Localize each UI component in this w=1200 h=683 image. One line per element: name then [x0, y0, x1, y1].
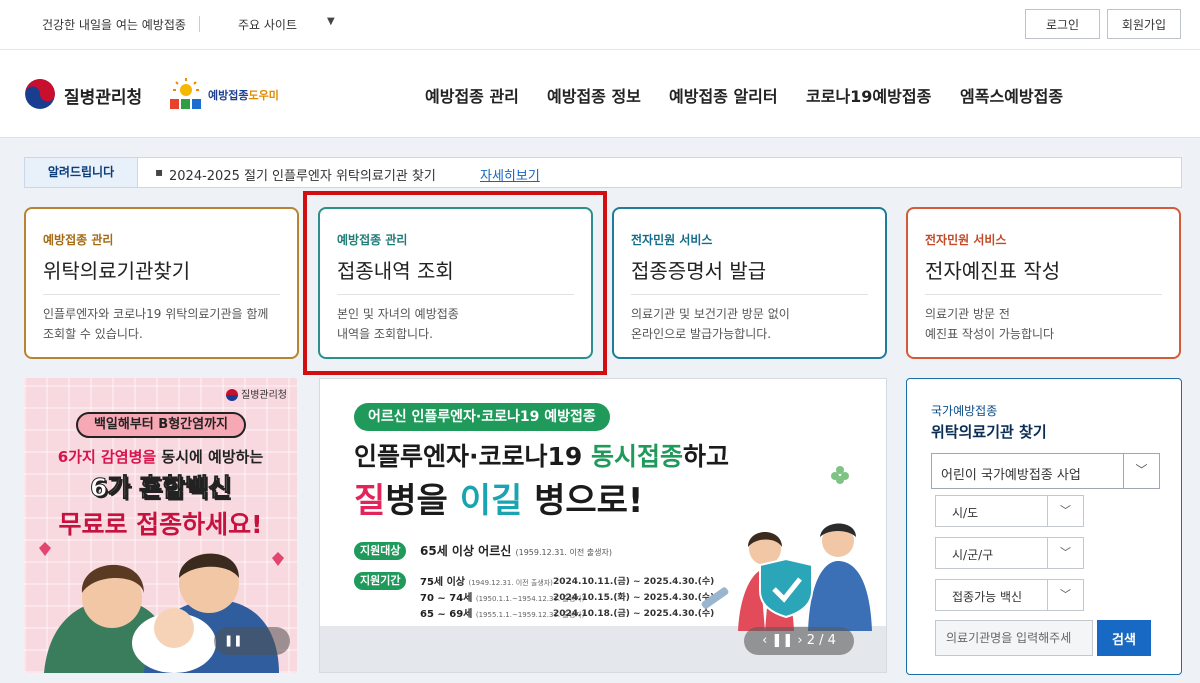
banner-pause-button[interactable]: ❚❚: [214, 627, 290, 655]
caret-down-icon[interactable]: ▼: [327, 16, 335, 27]
vaccine-select[interactable]: 접종가능 백신 ﹀: [935, 579, 1084, 611]
signup-button[interactable]: 회원가입: [1107, 9, 1181, 39]
chevron-left-icon[interactable]: ‹: [762, 633, 767, 648]
hexavalent-vaccine-banner[interactable]: 질병관리청 백일해부터 B형간염까지 6가지 감염병을 동시에 예방하는 6가 …: [24, 378, 297, 673]
clinic-search-panel: 국가예방접종 위탁의료기관 찾기 어린이 국가예방접종 사업 ﹀ 시/도 ﹀ 시…: [906, 378, 1182, 675]
notice-bar: 알려드립니다 ▪ 2024-2025 절기 인플루엔자 위탁의료기관 찾기 자세…: [24, 157, 1182, 188]
card-certificate-issue[interactable]: 전자민원 서비스 접종증명서 발급 의료기관 및 보건기관 방문 없이 온라인으로…: [612, 207, 887, 359]
kdca-logo-text[interactable]: 질병관리청: [64, 83, 142, 108]
card-category: 예방접종 관리: [337, 233, 408, 247]
banner-headline-2: 6가 혼합백신: [89, 473, 232, 503]
divider: [925, 294, 1162, 295]
banner-headline-2: 질병을 이길 병으로!: [354, 481, 644, 521]
banner-headline-3: 무료로 접종하세요!: [58, 510, 263, 539]
card-title: 접종증명서 발급: [631, 259, 767, 283]
sigungu-select[interactable]: 시/군/구 ﹀: [935, 537, 1084, 569]
period-row-age: 75세 이상 (1949.12.31. 이전 출생자): [420, 577, 553, 588]
vaccine-select-value: 접종가능 백신: [952, 590, 1023, 604]
divider: [337, 294, 574, 295]
nip-logo-text[interactable]: 예방접종도우미: [208, 87, 279, 103]
banner-pill: 어르신 인플루엔자·코로나19 예방접종: [354, 403, 610, 431]
card-find-clinic[interactable]: 예방접종 관리 위탁의료기관찾기 인플루엔자와 코로나19 위탁의료기관을 함께…: [24, 207, 299, 359]
sido-select[interactable]: 시/도 ﹀: [935, 495, 1084, 527]
notice-text[interactable]: 2024-2025 절기 인플루엔자 위탁의료기관 찾기: [169, 165, 436, 184]
banner-pill: 백일해부터 B형간염까지: [76, 412, 246, 438]
card-e-prescreening[interactable]: 전자민원 서비스 전자예진표 작성 의료기관 방문 전 예진표 작성이 가능합니다: [906, 207, 1181, 359]
pause-icon[interactable]: ❚❚: [771, 633, 793, 648]
program-select[interactable]: 어린이 국가예방접종 사업 ﹀: [931, 453, 1160, 489]
sido-select-value: 시/도: [952, 506, 979, 520]
banner-carousel-controls[interactable]: ‹ ❚❚ › 2 / 4: [744, 627, 854, 655]
card-title: 접종내역 조회: [337, 259, 454, 283]
senior-vaccination-banner[interactable]: 어르신 인플루엔자·코로나19 예방접종 인플루엔자·코로나19 동시접종하고 …: [319, 378, 887, 673]
card-category: 예방접종 관리: [43, 233, 114, 247]
card-vaccination-history[interactable]: 예방접종 관리 접종내역 조회 본인 및 자녀의 예방접종 내역을 조회합니다.: [318, 207, 593, 359]
search-panel-title: 위탁의료기관 찾기: [931, 423, 1047, 441]
search-panel-subtitle: 국가예방접종: [931, 404, 998, 418]
card-description: 의료기관 및 보건기관 방문 없이 온라인으로 발급가능합니다.: [631, 307, 790, 341]
chevron-down-icon[interactable]: ﹀: [1047, 580, 1083, 610]
card-description: 의료기관 방문 전 예진표 작성이 가능합니다: [925, 307, 1055, 341]
sigungu-select-value: 시/군/구: [952, 548, 994, 562]
nav-vaccination-alerts[interactable]: 예방접종 알리터: [669, 83, 778, 107]
site-header: 질병관리청 예방접종도우미 예방접종 관리 예방접종 정보 예방접종 알리터 코…: [0, 50, 1200, 138]
card-title: 전자예진표 작성: [925, 259, 1061, 283]
period-tag: 지원기간: [354, 572, 407, 590]
notice-detail-link[interactable]: 자세히보기: [480, 165, 540, 184]
notice-tag: 알려드립니다: [25, 158, 138, 187]
nav-mpox-vaccination[interactable]: 엠폭스예방접종: [960, 83, 1063, 107]
card-title: 위탁의료기관찾기: [43, 259, 191, 283]
major-sites-dropdown[interactable]: 주요 사이트: [238, 16, 297, 33]
chevron-down-icon[interactable]: ﹀: [1123, 454, 1159, 488]
nav-vaccination-management[interactable]: 예방접종 관리: [425, 83, 519, 107]
chevron-right-icon[interactable]: ›: [797, 633, 802, 648]
clover-icon: [831, 466, 849, 484]
search-button[interactable]: 검색: [1097, 620, 1151, 656]
target-text: 65세 이상 어르신 (1959.12.31. 이전 출생자): [420, 544, 612, 558]
divider: [43, 294, 280, 295]
period-row-date: 2024.10.18.(금) ~ 2025.4.30.(수): [553, 609, 715, 619]
chevron-down-icon[interactable]: ﹀: [1047, 496, 1083, 526]
card-description: 본인 및 자녀의 예방접종 내역을 조회합니다.: [337, 307, 459, 341]
doctor-nurse-illustration: [701, 523, 872, 631]
nip-logo-icon[interactable]: [168, 77, 204, 111]
nav-vaccination-info[interactable]: 예방접종 정보: [547, 83, 641, 107]
banner-agency-logo: 질병관리청: [226, 386, 287, 401]
card-category: 전자민원 서비스: [925, 233, 1007, 247]
bullet: ▪: [155, 165, 164, 179]
site-slogan: 건강한 내일을 여는 예방접종: [42, 18, 186, 32]
divider: [631, 294, 868, 295]
nav-covid19-vaccination[interactable]: 코로나19예방접종: [806, 83, 931, 107]
banner-headline-1: 6가지 감염병을 동시에 예방하는: [57, 448, 264, 466]
card-description: 인플루엔자와 코로나19 위탁의료기관을 함께 조회할 수 있습니다.: [43, 307, 269, 341]
card-category: 전자민원 서비스: [631, 233, 713, 247]
banner-headline-1: 인플루엔자·코로나19 동시접종하고: [354, 442, 730, 471]
target-tag: 지원대상: [354, 542, 407, 560]
chevron-down-icon[interactable]: ﹀: [1047, 538, 1083, 568]
divider: [199, 16, 200, 32]
period-row-date: 2024.10.11.(금) ~ 2025.4.30.(수): [553, 577, 715, 587]
period-row-date: 2024.10.15.(화) ~ 2025.4.30.(수): [553, 593, 715, 603]
kdca-emblem-icon[interactable]: [25, 79, 55, 109]
top-utility-bar: 건강한 내일을 여는 예방접종 주요 사이트 ▼ 로그인 회원가입: [0, 0, 1200, 50]
slide-counter: 2 / 4: [806, 633, 836, 648]
login-button[interactable]: 로그인: [1025, 9, 1100, 39]
clinic-name-input[interactable]: [935, 620, 1093, 656]
program-select-value: 어린이 국가예방접종 사업: [941, 468, 1081, 483]
kdca-emblem-icon: [226, 389, 238, 401]
